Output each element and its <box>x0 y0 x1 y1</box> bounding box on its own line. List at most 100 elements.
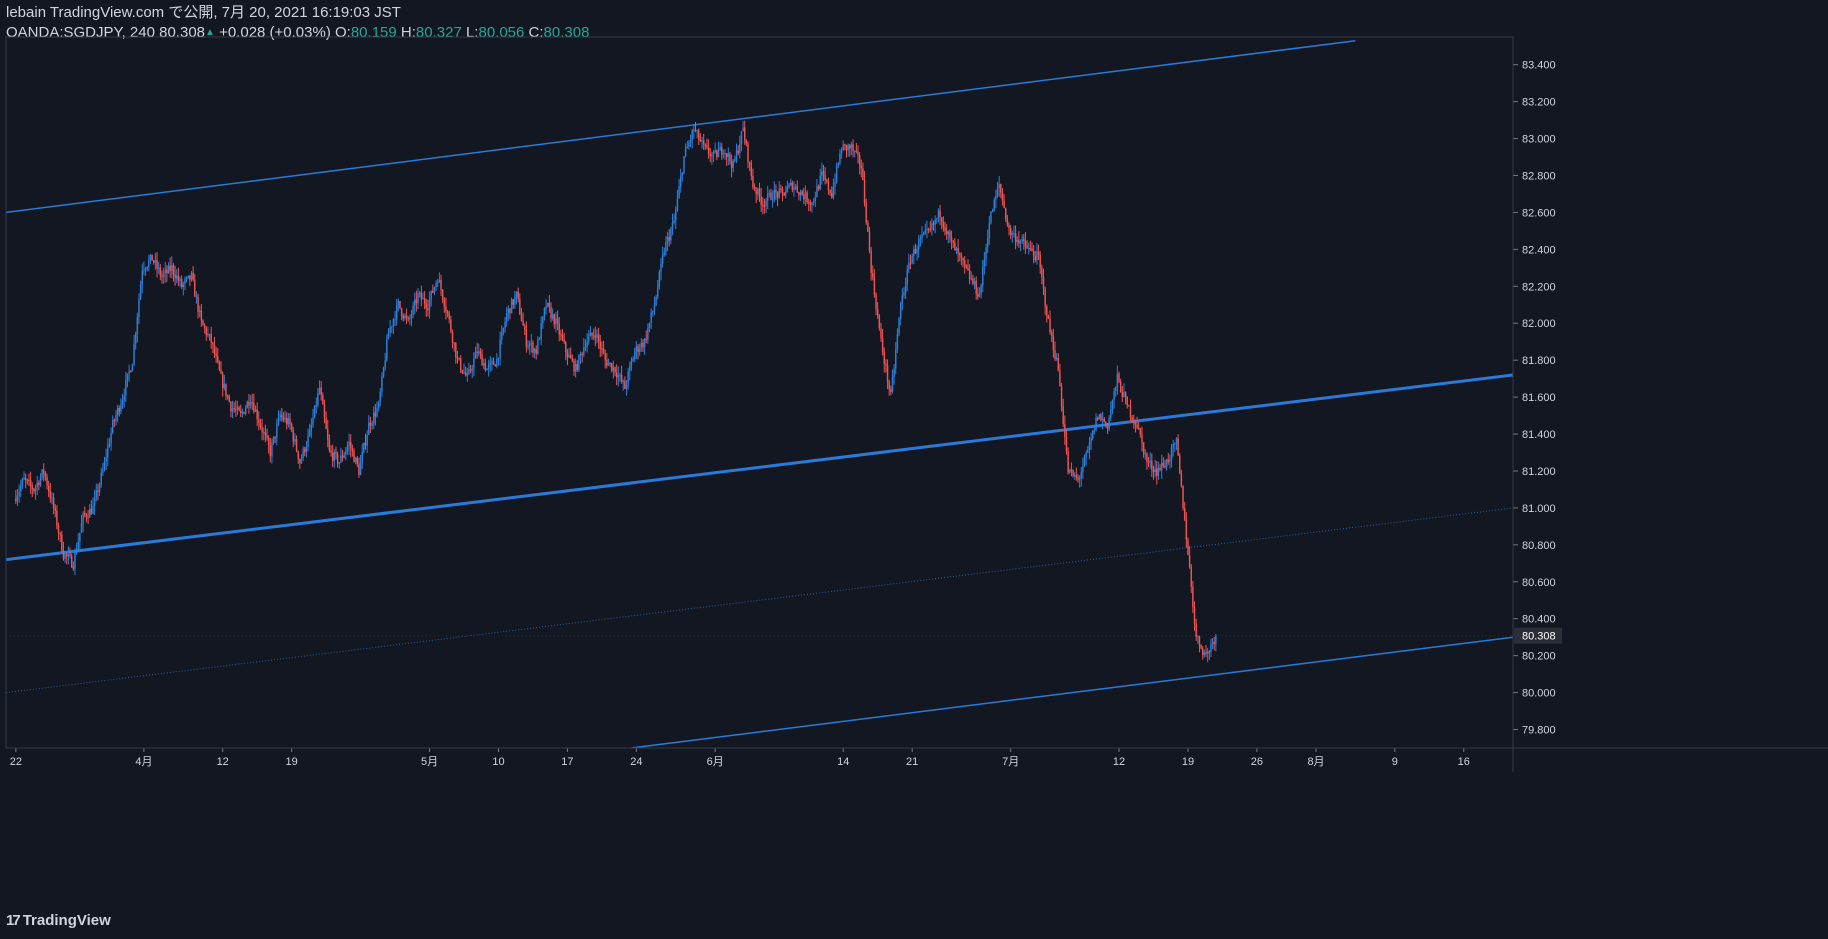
candle-body <box>1177 438 1179 456</box>
candle-body <box>315 405 318 407</box>
candle-body <box>955 248 958 251</box>
candle-body <box>519 299 521 315</box>
candle-body <box>123 395 125 401</box>
candle-body <box>798 192 800 196</box>
candle-body <box>780 188 782 190</box>
candle-body <box>732 160 734 169</box>
candle-body <box>1059 370 1061 387</box>
candle-body <box>1072 469 1074 476</box>
candle-body <box>77 541 79 551</box>
candle-body <box>445 306 447 312</box>
y-tick-label: 80.600 <box>1522 577 1556 589</box>
candle-body <box>673 220 675 223</box>
x-tick-label: 24 <box>630 756 642 768</box>
candle-body <box>609 362 611 364</box>
x-tick-label: 19 <box>1182 756 1194 768</box>
tv-logo-icon: 17 <box>6 912 21 929</box>
candle-body <box>95 490 98 498</box>
candle-body <box>484 363 487 371</box>
candle-body <box>428 299 431 311</box>
candle-body <box>589 332 592 337</box>
candle-body <box>1119 381 1122 392</box>
candle-body <box>783 192 785 196</box>
candles <box>15 120 1217 663</box>
candle-body <box>1174 443 1176 445</box>
candle-body <box>991 211 994 213</box>
candle-body <box>857 151 859 156</box>
candle-body <box>1165 459 1168 468</box>
candle-body <box>1014 233 1017 243</box>
channel-lines[interactable] <box>6 39 1513 748</box>
candle-body <box>814 197 817 201</box>
candle-body <box>716 150 718 158</box>
candle-body <box>707 146 710 155</box>
candle-body <box>323 404 326 418</box>
candle-body <box>402 315 405 319</box>
x-tick-label: 9 <box>1392 756 1398 768</box>
candle-body <box>497 357 500 360</box>
candle-body <box>586 341 588 347</box>
candle-body <box>645 338 647 340</box>
candle-body <box>195 296 198 298</box>
candle-body <box>1098 414 1101 420</box>
candle-body <box>681 173 684 177</box>
candle-body <box>510 299 513 314</box>
candle-body <box>108 443 111 447</box>
candle-body <box>1021 238 1023 242</box>
candle-body <box>1105 421 1107 424</box>
candle-body <box>369 422 372 427</box>
candle-body <box>1118 373 1120 382</box>
candle-body <box>847 145 849 151</box>
candle-body <box>308 429 311 436</box>
candle-body <box>845 144 848 151</box>
candle-body <box>405 315 408 318</box>
candle-body <box>451 331 454 343</box>
candle-body <box>312 417 314 425</box>
candle-body <box>842 144 844 151</box>
candle-body <box>816 186 818 198</box>
candle-body <box>440 279 442 291</box>
candle-body <box>1034 256 1037 261</box>
candle-body <box>359 461 362 475</box>
candle-body <box>381 376 383 392</box>
candle-body <box>939 210 941 218</box>
candle-body <box>706 145 708 147</box>
candle-body <box>788 184 790 188</box>
candle-body <box>1005 208 1007 220</box>
candle-body <box>1041 267 1043 278</box>
candle-body <box>285 417 288 425</box>
candle-body <box>980 285 982 295</box>
candle-body <box>261 426 263 433</box>
time-axis[interactable]: 22 4月 12 19 5月 10 17 24 6月 14 21 7月 12 19 26 8月 9 16 <box>10 748 1470 768</box>
candle-body <box>775 189 777 193</box>
candle-body <box>241 412 244 414</box>
y-tick-label: 83.000 <box>1522 134 1556 146</box>
candle-body <box>561 334 564 340</box>
candle-body <box>415 299 418 304</box>
candle-body <box>417 293 419 304</box>
candle-body <box>596 334 598 338</box>
candle-body <box>863 179 866 204</box>
candle-body <box>31 485 34 490</box>
candle-body <box>1180 473 1183 486</box>
candle-body <box>144 268 147 271</box>
tradingview-logo[interactable]: 17 TradingView <box>6 912 111 929</box>
candle-body <box>397 300 400 306</box>
candle-body <box>860 165 863 169</box>
candle-body <box>899 302 902 319</box>
candle-body <box>197 296 199 312</box>
candle-body <box>1062 406 1064 425</box>
price-chart[interactable]: 83.400 83.200 83.000 82.800 82.600 82.400 82.2… <box>0 0 1828 939</box>
candle-body <box>517 291 519 300</box>
candle-body <box>327 428 329 440</box>
candle-body <box>665 242 667 253</box>
y-tick-label: 82.400 <box>1522 244 1556 256</box>
candle-body <box>520 314 523 321</box>
candle-body <box>1046 306 1048 317</box>
candle-body <box>903 292 905 296</box>
candle-body <box>420 292 423 300</box>
candle-body <box>683 155 685 174</box>
candle-body <box>824 174 826 181</box>
candle-body <box>766 193 769 201</box>
candle-body <box>438 279 441 283</box>
